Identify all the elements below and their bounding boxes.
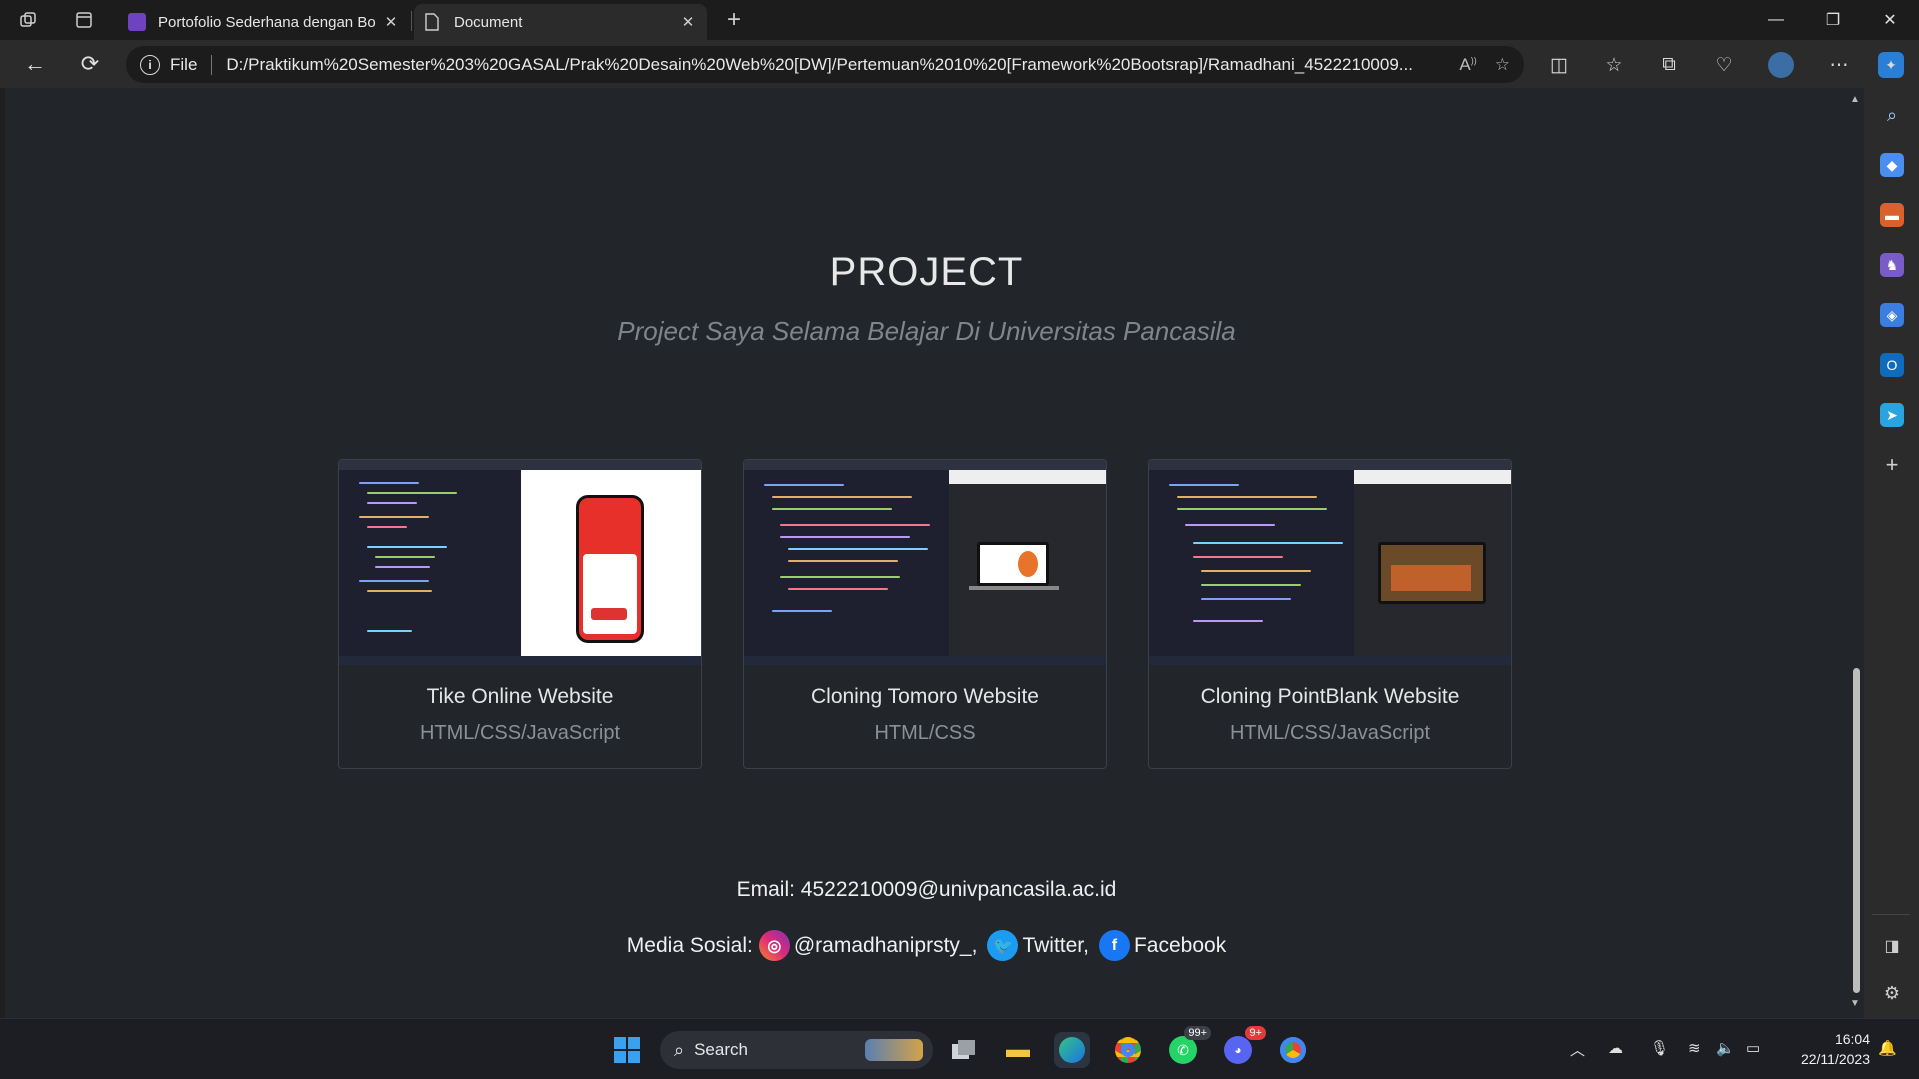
copilot-icon[interactable]: ✦ (1878, 52, 1904, 78)
project-tech: HTML/CSS (874, 722, 976, 744)
tab-title: Portofolio Sederhana dengan Bo (158, 13, 376, 31)
wifi-icon[interactable]: ≋ (1688, 1039, 1701, 1057)
project-card[interactable]: Cloning PointBlank Website HTML/CSS/Java… (1148, 459, 1512, 769)
contact-email: Email: 4522210009@univpancasila.ac.id (736, 878, 1117, 901)
close-window-button[interactable]: ✕ (1862, 0, 1918, 40)
social-media-line: Media Sosial: ◎ @ramadhaniprsty_, 🐦 Twit… (5, 930, 1848, 961)
tab-portofolio[interactable]: Portofolio Sederhana dengan Bo ✕ (118, 4, 410, 40)
close-tab-icon[interactable]: ✕ (679, 13, 697, 31)
clock-date: 22/11/2023 (1800, 1051, 1870, 1067)
more-menu-icon[interactable]: ⋯ (1826, 52, 1852, 78)
instagram-link[interactable]: @ramadhaniprsty_, (794, 934, 978, 958)
page-scrollbar[interactable]: ▲ ▼ (1848, 88, 1864, 1018)
facebook-icon: f (1098, 930, 1130, 961)
section-subtitle: Project Saya Selama Belajar Di Universit… (617, 316, 1236, 346)
read-aloud-icon[interactable]: A)) (1459, 55, 1476, 75)
project-card[interactable]: Tike Online Website HTML/CSS/JavaScript (338, 459, 702, 769)
scroll-up-icon[interactable]: ▲ (1850, 94, 1860, 105)
workspaces-icon[interactable] (16, 8, 40, 32)
task-view-icon[interactable] (946, 1032, 982, 1068)
twitter-link[interactable]: Twitter, (1022, 934, 1089, 958)
whatsapp-badge: 99+ (1184, 1026, 1211, 1040)
favorite-star-icon[interactable]: ☆ (1495, 55, 1510, 75)
scroll-down-icon[interactable]: ▼ (1850, 998, 1860, 1009)
onedrive-icon[interactable]: ☁ (1608, 1039, 1623, 1057)
twitter-icon: 🐦 (987, 930, 1019, 961)
address-bar[interactable]: i File D:/Praktikum%20Semester%203%20GAS… (126, 46, 1524, 83)
hide-sidebar-icon[interactable]: ◨ (1880, 934, 1904, 958)
project-card[interactable]: Cloning Tomoro Website HTML/CSS (743, 459, 1107, 769)
project-title: Cloning PointBlank Website (1200, 685, 1460, 708)
project-screenshot (1149, 460, 1511, 665)
shopping-icon[interactable]: ◆ (1880, 153, 1904, 177)
back-button[interactable]: ← (20, 50, 50, 78)
tools-icon[interactable]: ▬ (1880, 203, 1904, 227)
search-icon[interactable]: ⌕ (1880, 103, 1904, 127)
tab-divider (411, 11, 412, 31)
search-highlight-icon (865, 1039, 923, 1061)
close-tab-icon[interactable]: ✕ (382, 13, 400, 31)
bootstrap-favicon-icon (128, 13, 146, 31)
section-title: PROJECT (829, 250, 1024, 294)
battery-icon[interactable]: ▭ (1746, 1039, 1760, 1057)
restore-button[interactable]: ❐ (1805, 0, 1861, 40)
favorites-icon[interactable]: ☆ (1601, 52, 1627, 78)
taskbar-search[interactable]: ⌕ Search (660, 1031, 933, 1069)
address-divider (211, 54, 213, 75)
tab-actions-icon[interactable] (72, 8, 96, 32)
scroll-thumb[interactable] (1853, 668, 1860, 993)
microsoft-365-icon[interactable]: ◈ (1880, 303, 1904, 327)
instagram-icon: ◎ (758, 930, 790, 961)
project-screenshot (339, 460, 701, 665)
microphone-icon[interactable]: 🎙 (1650, 1039, 1669, 1057)
refresh-button[interactable]: ⟳ (75, 50, 105, 78)
tab-document[interactable]: Document ✕ (414, 4, 707, 40)
project-tech: HTML/CSS/JavaScript (1229, 722, 1431, 744)
project-screenshot (744, 460, 1106, 665)
taskbar-search-label: Search (694, 1040, 748, 1059)
windows-taskbar: ⌕ Search ▬ ✆ 99+ ◕ 9+ ︿ ☁ 🎙 ≋ 🔈 ▭ 16:04 … (0, 1018, 1919, 1079)
project-title: Tike Online Website (426, 685, 614, 708)
edge-sidebar: ⌕ ◆ ▬ ♞ ◈ O ➤ + ◨ ⚙ (1864, 88, 1919, 1018)
scheme-label: File (170, 54, 198, 74)
volume-icon[interactable]: 🔈 (1716, 1039, 1735, 1057)
file-explorer-icon[interactable]: ▬ (1000, 1032, 1036, 1068)
collections-icon[interactable]: ⧉ (1656, 52, 1682, 78)
add-sidebar-app-icon[interactable]: + (1880, 452, 1904, 477)
notification-bell-icon[interactable]: 🔔 (1878, 1039, 1897, 1057)
tray-overflow-icon[interactable]: ︿ (1570, 1039, 1585, 1060)
info-icon[interactable]: i (140, 54, 160, 75)
facebook-link[interactable]: Facebook (1134, 934, 1226, 958)
browser-tab-bar: Portofolio Sederhana dengan Bo ✕ Documen… (0, 0, 1919, 40)
settings-gear-icon[interactable]: ⚙ (1880, 981, 1904, 1005)
browser-toolbar: ← ⟳ i File D:/Praktikum%20Semester%203%2… (0, 40, 1919, 88)
outlook-icon[interactable]: O (1880, 353, 1904, 377)
chrome-icon[interactable] (1110, 1032, 1146, 1068)
project-title: Cloning Tomoro Website (810, 685, 1039, 708)
windows-start-icon[interactable] (609, 1032, 645, 1068)
edge-browser-icon[interactable] (1054, 1032, 1090, 1068)
clock-time: 16:04 (1834, 1031, 1870, 1047)
new-tab-icon[interactable]: + (722, 6, 746, 33)
page-viewport: PROJECT Project Saya Selama Belajar Di U… (5, 88, 1848, 1018)
url-text[interactable]: D:/Praktikum%20Semester%203%20GASAL/Prak… (226, 55, 1441, 75)
discord-icon[interactable]: ◕ 9+ (1220, 1026, 1266, 1068)
social-label: Media Sosial: (626, 933, 753, 957)
browser-essentials-icon[interactable]: ♡ (1711, 52, 1737, 78)
split-screen-icon[interactable]: ◫ (1546, 52, 1572, 78)
drop-icon[interactable]: ➤ (1880, 403, 1904, 427)
games-icon[interactable]: ♞ (1880, 253, 1904, 277)
profile-avatar[interactable] (1768, 52, 1794, 78)
whatsapp-icon[interactable]: ✆ 99+ (1165, 1026, 1211, 1068)
project-tech: HTML/CSS/JavaScript (419, 722, 621, 744)
system-clock[interactable]: 16:04 22/11/2023 (1780, 1029, 1870, 1069)
tab-title: Document (454, 13, 523, 31)
search-icon: ⌕ (674, 1039, 685, 1060)
discord-badge: 9+ (1245, 1026, 1266, 1040)
document-favicon-icon (424, 13, 442, 31)
chrome-profile-icon[interactable] (1275, 1032, 1311, 1068)
minimize-button[interactable]: — (1748, 0, 1804, 40)
